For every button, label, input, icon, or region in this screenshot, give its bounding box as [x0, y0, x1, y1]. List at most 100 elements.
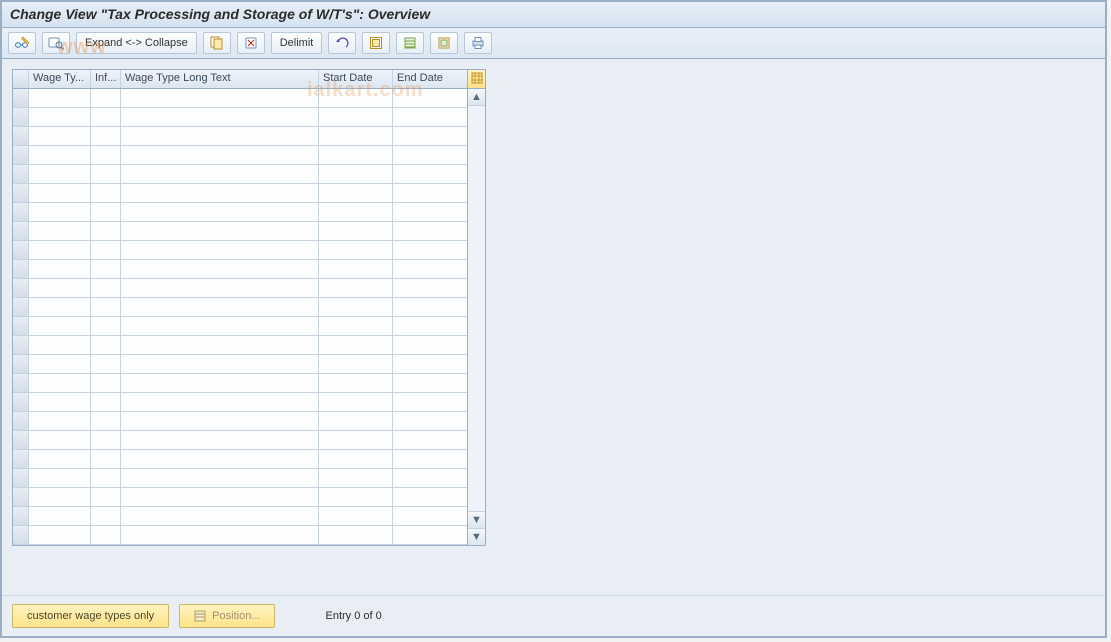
table-row[interactable] [13, 241, 467, 260]
cell-wage-type[interactable] [29, 488, 91, 506]
cell-start-date[interactable] [319, 203, 393, 221]
cell-start-date[interactable] [319, 298, 393, 316]
cell-start-date[interactable] [319, 355, 393, 373]
row-selector[interactable] [13, 146, 29, 164]
cell-inf[interactable] [91, 431, 121, 449]
cell-end-date[interactable] [393, 146, 467, 164]
table-row[interactable] [13, 298, 467, 317]
cell-wage-type[interactable] [29, 89, 91, 107]
cell-long-text[interactable] [121, 89, 319, 107]
row-selector[interactable] [13, 184, 29, 202]
cell-inf[interactable] [91, 469, 121, 487]
cell-start-date[interactable] [319, 184, 393, 202]
cell-inf[interactable] [91, 165, 121, 183]
cell-inf[interactable] [91, 374, 121, 392]
table-row[interactable] [13, 374, 467, 393]
table-row[interactable] [13, 165, 467, 184]
cell-wage-type[interactable] [29, 127, 91, 145]
scroll-down-button-2[interactable]: ▼ [468, 528, 485, 545]
cell-long-text[interactable] [121, 279, 319, 297]
cell-long-text[interactable] [121, 412, 319, 430]
table-row[interactable] [13, 488, 467, 507]
cell-wage-type[interactable] [29, 260, 91, 278]
cell-end-date[interactable] [393, 469, 467, 487]
cell-long-text[interactable] [121, 260, 319, 278]
cell-end-date[interactable] [393, 298, 467, 316]
row-selector[interactable] [13, 507, 29, 525]
delimit-button[interactable]: Delimit [271, 32, 323, 54]
undo-button[interactable] [328, 32, 356, 54]
cell-wage-type[interactable] [29, 431, 91, 449]
copy-button[interactable] [203, 32, 231, 54]
row-selector[interactable] [13, 431, 29, 449]
cell-long-text[interactable] [121, 393, 319, 411]
table-row[interactable] [13, 450, 467, 469]
cell-start-date[interactable] [319, 488, 393, 506]
cell-start-date[interactable] [319, 393, 393, 411]
cell-long-text[interactable] [121, 431, 319, 449]
table-row[interactable] [13, 469, 467, 488]
row-selector[interactable] [13, 203, 29, 221]
row-selector[interactable] [13, 127, 29, 145]
cell-start-date[interactable] [319, 146, 393, 164]
row-selector[interactable] [13, 374, 29, 392]
cell-long-text[interactable] [121, 355, 319, 373]
cell-start-date[interactable] [319, 317, 393, 335]
cell-end-date[interactable] [393, 203, 467, 221]
row-selector[interactable] [13, 488, 29, 506]
cell-inf[interactable] [91, 127, 121, 145]
cell-inf[interactable] [91, 298, 121, 316]
cell-inf[interactable] [91, 336, 121, 354]
cell-start-date[interactable] [319, 108, 393, 126]
cell-long-text[interactable] [121, 222, 319, 240]
cell-inf[interactable] [91, 108, 121, 126]
delete-button[interactable] [237, 32, 265, 54]
table-row[interactable] [13, 222, 467, 241]
row-selector[interactable] [13, 260, 29, 278]
cell-inf[interactable] [91, 526, 121, 544]
row-selector[interactable] [13, 317, 29, 335]
table-row[interactable] [13, 431, 467, 450]
cell-wage-type[interactable] [29, 241, 91, 259]
col-header-long-text[interactable]: Wage Type Long Text [121, 70, 319, 88]
row-selector[interactable] [13, 355, 29, 373]
table-row[interactable] [13, 127, 467, 146]
table-row[interactable] [13, 89, 467, 108]
cell-wage-type[interactable] [29, 298, 91, 316]
cell-inf[interactable] [91, 203, 121, 221]
cell-wage-type[interactable] [29, 336, 91, 354]
cell-end-date[interactable] [393, 450, 467, 468]
cell-long-text[interactable] [121, 336, 319, 354]
cell-long-text[interactable] [121, 241, 319, 259]
cell-start-date[interactable] [319, 526, 393, 544]
cell-inf[interactable] [91, 355, 121, 373]
row-selector[interactable] [13, 165, 29, 183]
cell-end-date[interactable] [393, 374, 467, 392]
cell-end-date[interactable] [393, 317, 467, 335]
cell-inf[interactable] [91, 184, 121, 202]
table-row[interactable] [13, 108, 467, 127]
col-header-end-date[interactable]: End Date [393, 70, 467, 88]
cell-inf[interactable] [91, 146, 121, 164]
cell-long-text[interactable] [121, 146, 319, 164]
cell-inf[interactable] [91, 317, 121, 335]
col-header-wage-type[interactable]: Wage Ty... [29, 70, 91, 88]
cell-end-date[interactable] [393, 412, 467, 430]
cell-start-date[interactable] [319, 89, 393, 107]
row-selector[interactable] [13, 298, 29, 316]
cell-end-date[interactable] [393, 89, 467, 107]
cell-end-date[interactable] [393, 488, 467, 506]
cell-long-text[interactable] [121, 488, 319, 506]
table-row[interactable] [13, 355, 467, 374]
cell-wage-type[interactable] [29, 374, 91, 392]
cell-wage-type[interactable] [29, 146, 91, 164]
cell-wage-type[interactable] [29, 526, 91, 544]
row-selector[interactable] [13, 241, 29, 259]
cell-start-date[interactable] [319, 260, 393, 278]
row-selector[interactable] [13, 526, 29, 544]
row-selector[interactable] [13, 89, 29, 107]
cell-inf[interactable] [91, 241, 121, 259]
cell-start-date[interactable] [319, 374, 393, 392]
cell-inf[interactable] [91, 279, 121, 297]
cell-start-date[interactable] [319, 279, 393, 297]
